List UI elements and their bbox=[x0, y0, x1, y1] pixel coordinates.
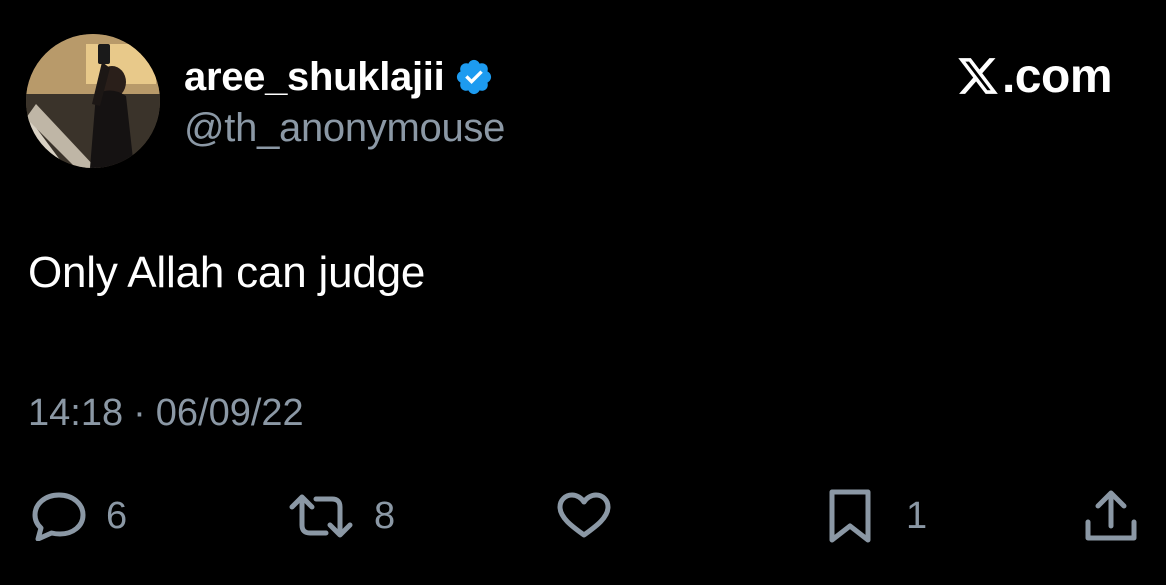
retweet-count: 8 bbox=[374, 494, 396, 537]
tweet-text: Only Allah can judge bbox=[28, 248, 426, 297]
tweet-timestamp[interactable]: 14:18 · 06/09/22 bbox=[28, 392, 304, 435]
verified-badge-icon bbox=[454, 57, 494, 97]
retweet-button[interactable]: 8 bbox=[286, 488, 395, 544]
author-handle[interactable]: @th_anonymouse bbox=[184, 106, 505, 151]
tweet-time: 14:18 bbox=[28, 392, 124, 434]
avatar-photo bbox=[26, 34, 160, 168]
author-name-row[interactable]: aree_shuklajii bbox=[184, 52, 494, 102]
reply-button[interactable]: 6 bbox=[30, 488, 127, 544]
like-button[interactable] bbox=[555, 488, 613, 544]
bookmark-icon bbox=[829, 489, 871, 543]
share-button[interactable] bbox=[1082, 488, 1140, 544]
bookmark-count: 1 bbox=[906, 494, 928, 537]
x-brand-logo: .com bbox=[956, 49, 1113, 103]
heart-icon bbox=[557, 492, 611, 538]
reply-icon bbox=[32, 492, 86, 541]
x-logo-icon bbox=[958, 58, 998, 94]
tweet-date: 06/09/22 bbox=[155, 392, 304, 434]
author-display-name[interactable]: aree_shuklajii bbox=[184, 55, 445, 100]
x-domain-text: .com bbox=[1001, 49, 1113, 103]
reply-count: 6 bbox=[106, 494, 128, 537]
timestamp-separator: · bbox=[133, 392, 146, 434]
share-icon bbox=[1085, 490, 1137, 541]
bookmark-button[interactable]: 1 bbox=[826, 488, 927, 544]
retweet-icon bbox=[289, 494, 353, 538]
tweet-action-bar: 6 8 1 bbox=[0, 488, 1166, 544]
avatar[interactable] bbox=[26, 34, 160, 168]
